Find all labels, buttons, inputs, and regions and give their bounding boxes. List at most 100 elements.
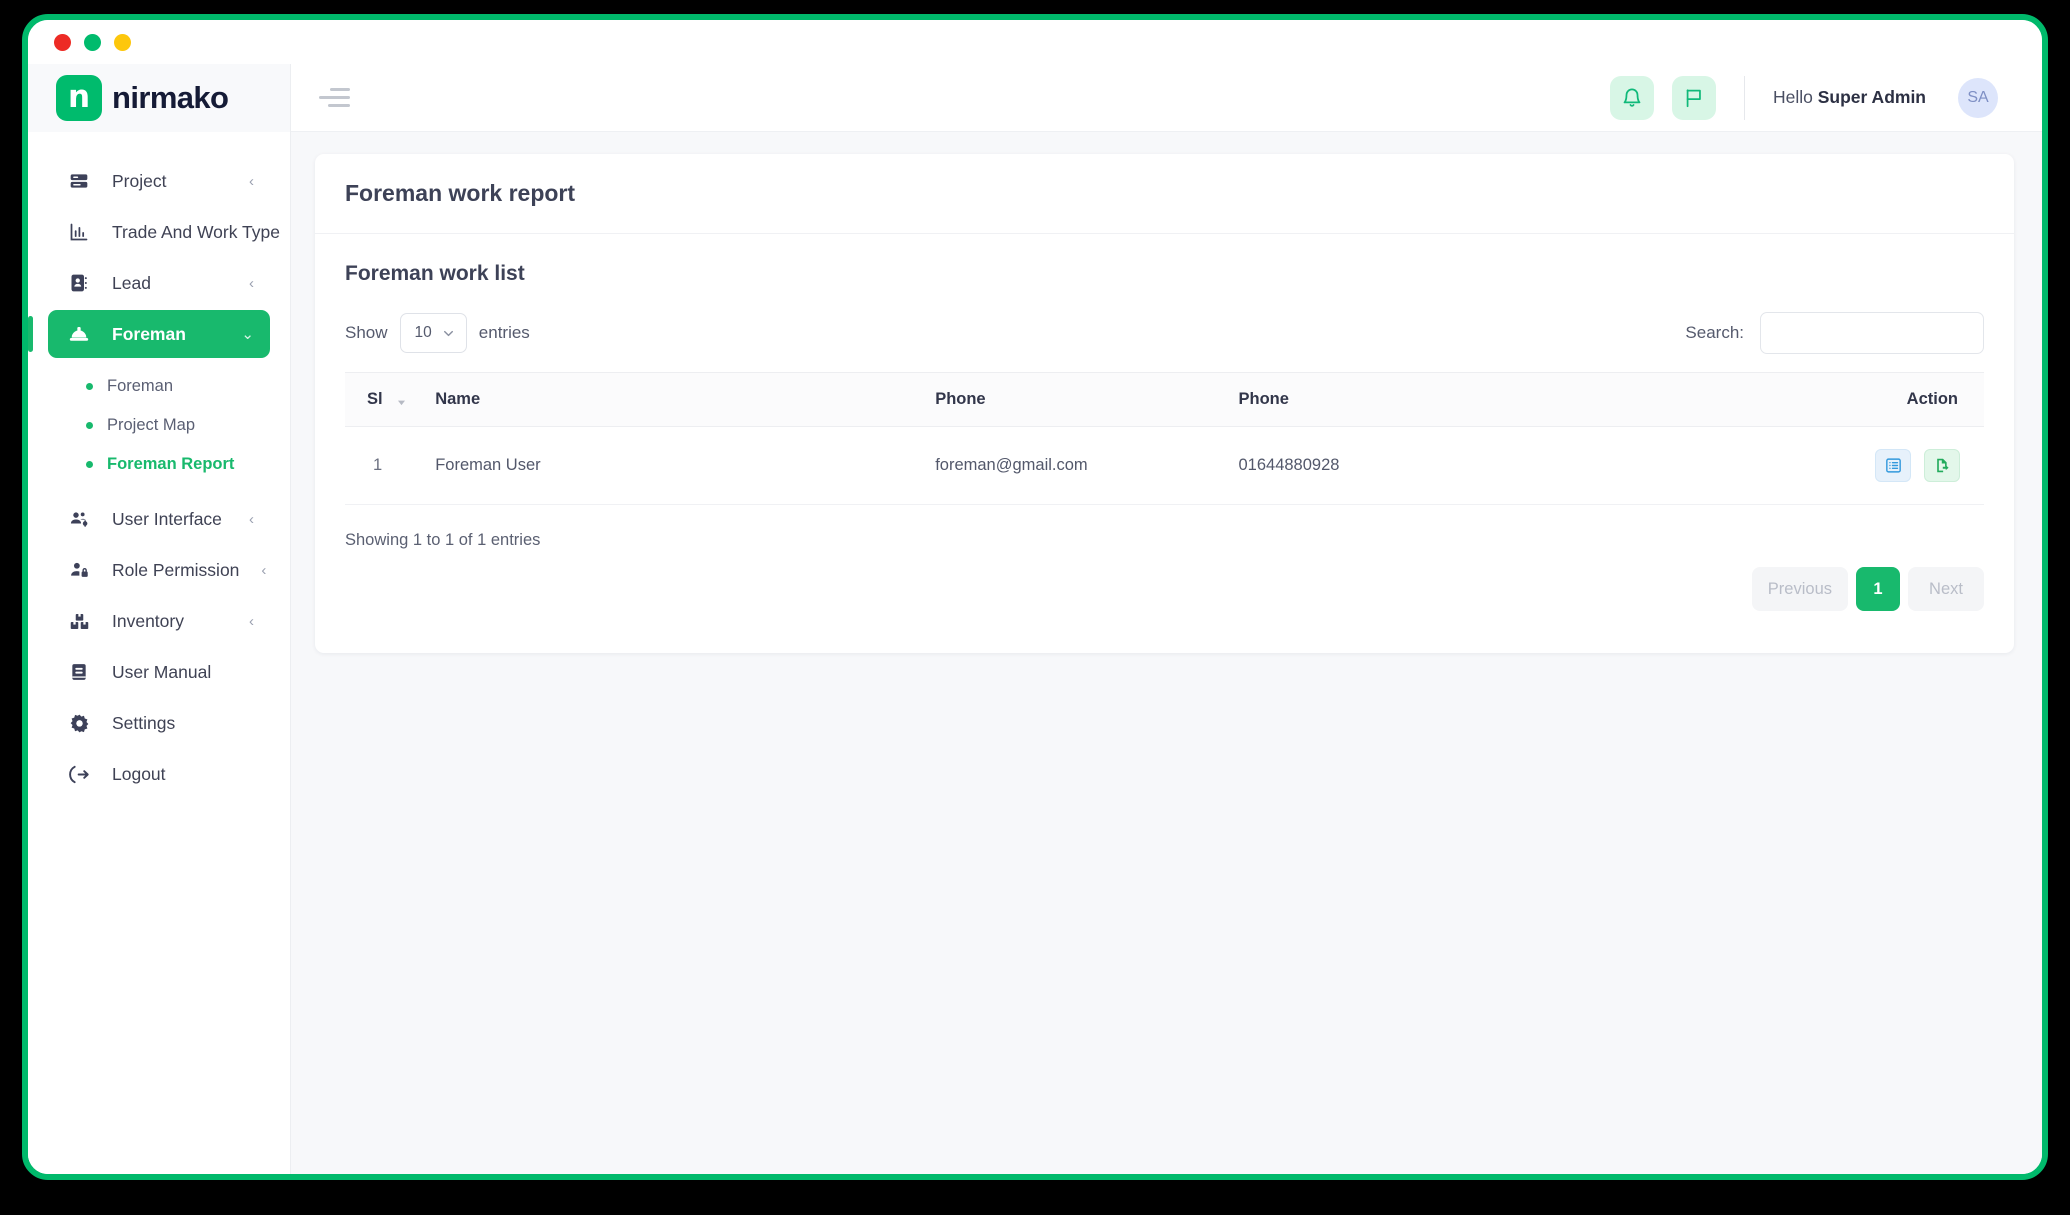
- list-title: Foreman work list: [345, 262, 525, 285]
- column-header-phone-1[interactable]: Phone: [921, 372, 1225, 427]
- chevron-down-icon: [442, 327, 455, 340]
- boxes-icon: [68, 610, 90, 632]
- screen-root: n nirmako Project ‹ Trade And Work Type …: [0, 0, 2070, 1215]
- entries-label: entries: [478, 323, 530, 342]
- window-titlebar: [28, 20, 2042, 64]
- table-controls: Show 10 entries Search:: [345, 312, 1984, 354]
- sidebar-item-label: User Interface: [112, 508, 222, 529]
- column-header-label: Sl: [367, 390, 383, 408]
- gear-icon: [68, 712, 90, 734]
- report-card: Foreman work report Foreman work list Sh…: [315, 154, 2014, 653]
- submenu-item-label: Foreman: [107, 377, 174, 395]
- cell-sl: 1: [345, 426, 422, 505]
- page-size-value: 10: [414, 324, 432, 341]
- show-entries-control: Show 10 entries: [345, 313, 530, 353]
- card-header: Foreman work report: [315, 154, 2014, 234]
- app-body: n nirmako Project ‹ Trade And Work Type …: [28, 64, 2042, 1174]
- column-header-action: Action: [1764, 372, 1984, 427]
- column-header-name[interactable]: Name: [421, 372, 922, 427]
- content-area: Foreman work report Foreman work list Sh…: [291, 132, 2042, 1174]
- brand-logo[interactable]: n nirmako: [28, 64, 290, 132]
- window-close-button[interactable]: [54, 33, 71, 51]
- active-indicator-bar: [28, 316, 33, 352]
- sidebar-nav: Project ‹ Trade And Work Type Lead ‹ For…: [28, 132, 290, 801]
- topbar: Hello Super Admin SA: [291, 64, 2042, 132]
- browser-window: n nirmako Project ‹ Trade And Work Type …: [22, 14, 2048, 1180]
- bullet-dot-icon: [86, 422, 93, 429]
- main-area: Hello Super Admin SA Foreman work report…: [291, 64, 2042, 1174]
- table-head: Sl Name Phone Phone Action: [345, 372, 1984, 427]
- chevron-left-icon: ‹: [261, 561, 267, 579]
- contact-book-icon: [68, 272, 90, 294]
- greeting-prefix: Hello: [1772, 87, 1813, 107]
- cell-actions: [1764, 426, 1984, 505]
- table-footer: Showing 1 to 1 of 1 entries Previous 1 N…: [345, 531, 1984, 611]
- search-label: Search:: [1685, 323, 1744, 342]
- hamburger-line: [330, 88, 350, 91]
- sidebar-item-project[interactable]: Project ‹: [48, 157, 270, 205]
- pagination-page-1-button[interactable]: 1: [1856, 567, 1900, 611]
- sidebar-item-inventory[interactable]: Inventory ‹: [48, 597, 270, 645]
- pagination-next-button[interactable]: Next: [1908, 567, 1984, 611]
- cell-name: Foreman User: [421, 426, 922, 505]
- submenu-item-foreman-report[interactable]: Foreman Report: [28, 445, 290, 484]
- column-header-label: Action: [1906, 390, 1958, 408]
- users-gear-icon: [68, 508, 90, 530]
- window-maximize-button[interactable]: [84, 33, 101, 51]
- page-size-select[interactable]: 10: [399, 313, 467, 353]
- brand-mark-icon: n: [56, 75, 102, 121]
- sidebar-item-user-interface[interactable]: User Interface ‹: [48, 495, 270, 543]
- bar-chart-icon: [68, 221, 90, 243]
- column-header-sl[interactable]: Sl: [345, 372, 422, 427]
- sidebar-item-settings[interactable]: Settings: [48, 699, 270, 747]
- sidebar-item-label: Inventory: [112, 610, 184, 631]
- details-icon[interactable]: [1875, 449, 1912, 482]
- submenu-item-foreman[interactable]: Foreman: [28, 367, 290, 406]
- hard-hat-icon: [68, 323, 90, 345]
- avatar[interactable]: SA: [1958, 77, 1998, 118]
- chevron-left-icon: ‹: [249, 510, 254, 528]
- hamburger-line: [328, 104, 350, 107]
- table-row: 1 Foreman User foreman@gmail.com 0164488…: [345, 426, 1984, 505]
- chevron-down-icon: ⌄: [241, 325, 254, 343]
- sidebar-item-label: Logout: [112, 763, 166, 784]
- cell-email: foreman@gmail.com: [921, 426, 1225, 505]
- sidebar-item-foreman[interactable]: Foreman ⌄: [28, 310, 270, 358]
- sidebar-item-lead[interactable]: Lead ‹: [48, 259, 270, 307]
- sidebar-item-label: Trade And Work Type: [112, 221, 280, 242]
- column-header-label: Name: [435, 390, 481, 408]
- flag-button[interactable]: [1671, 75, 1716, 120]
- window-minimize-button[interactable]: [114, 33, 131, 51]
- sidebar-item-logout[interactable]: Logout: [48, 750, 270, 798]
- topbar-actions: Hello Super Admin SA: [1609, 75, 1998, 120]
- search-input[interactable]: [1760, 312, 1984, 354]
- user-greeting: Hello Super Admin: [1773, 87, 1926, 108]
- sort-arrow-icon: [396, 393, 407, 406]
- table-header-row: Sl Name Phone Phone Action: [345, 372, 1984, 427]
- brand-mark-glyph: n: [67, 78, 91, 115]
- chevron-left-icon: ‹: [249, 172, 254, 190]
- showing-entries-text: Showing 1 to 1 of 1 entries: [345, 531, 541, 549]
- search-control: Search:: [1685, 312, 1984, 354]
- bell-icon: [1621, 87, 1643, 109]
- page-title: Foreman work report: [345, 180, 576, 206]
- sidebar: n nirmako Project ‹ Trade And Work Type …: [28, 64, 291, 1174]
- sidebar-item-user-manual[interactable]: User Manual: [48, 648, 270, 696]
- sidebar-item-role-permission[interactable]: Role Permission ‹: [48, 546, 270, 594]
- table-body: 1 Foreman User foreman@gmail.com 0164488…: [345, 426, 1984, 505]
- sidebar-item-trade-and-work-type[interactable]: Trade And Work Type: [48, 208, 280, 256]
- submenu-item-project-map[interactable]: Project Map: [28, 406, 290, 445]
- sidebar-item-label: Project: [112, 170, 167, 191]
- logout-icon: [68, 763, 90, 785]
- user-name: Super Admin: [1817, 87, 1926, 107]
- notification-button[interactable]: [1609, 75, 1654, 120]
- bullet-dot-icon: [86, 383, 93, 390]
- topbar-divider: [1743, 75, 1745, 120]
- column-header-phone-2[interactable]: Phone: [1224, 372, 1765, 427]
- chevron-left-icon: ‹: [249, 274, 254, 292]
- hamburger-icon[interactable]: [319, 86, 353, 110]
- export-file-icon[interactable]: [1924, 449, 1960, 482]
- pagination-previous-button[interactable]: Previous: [1751, 567, 1848, 611]
- brand-name: nirmako: [112, 80, 229, 115]
- column-header-label: Phone: [935, 390, 986, 408]
